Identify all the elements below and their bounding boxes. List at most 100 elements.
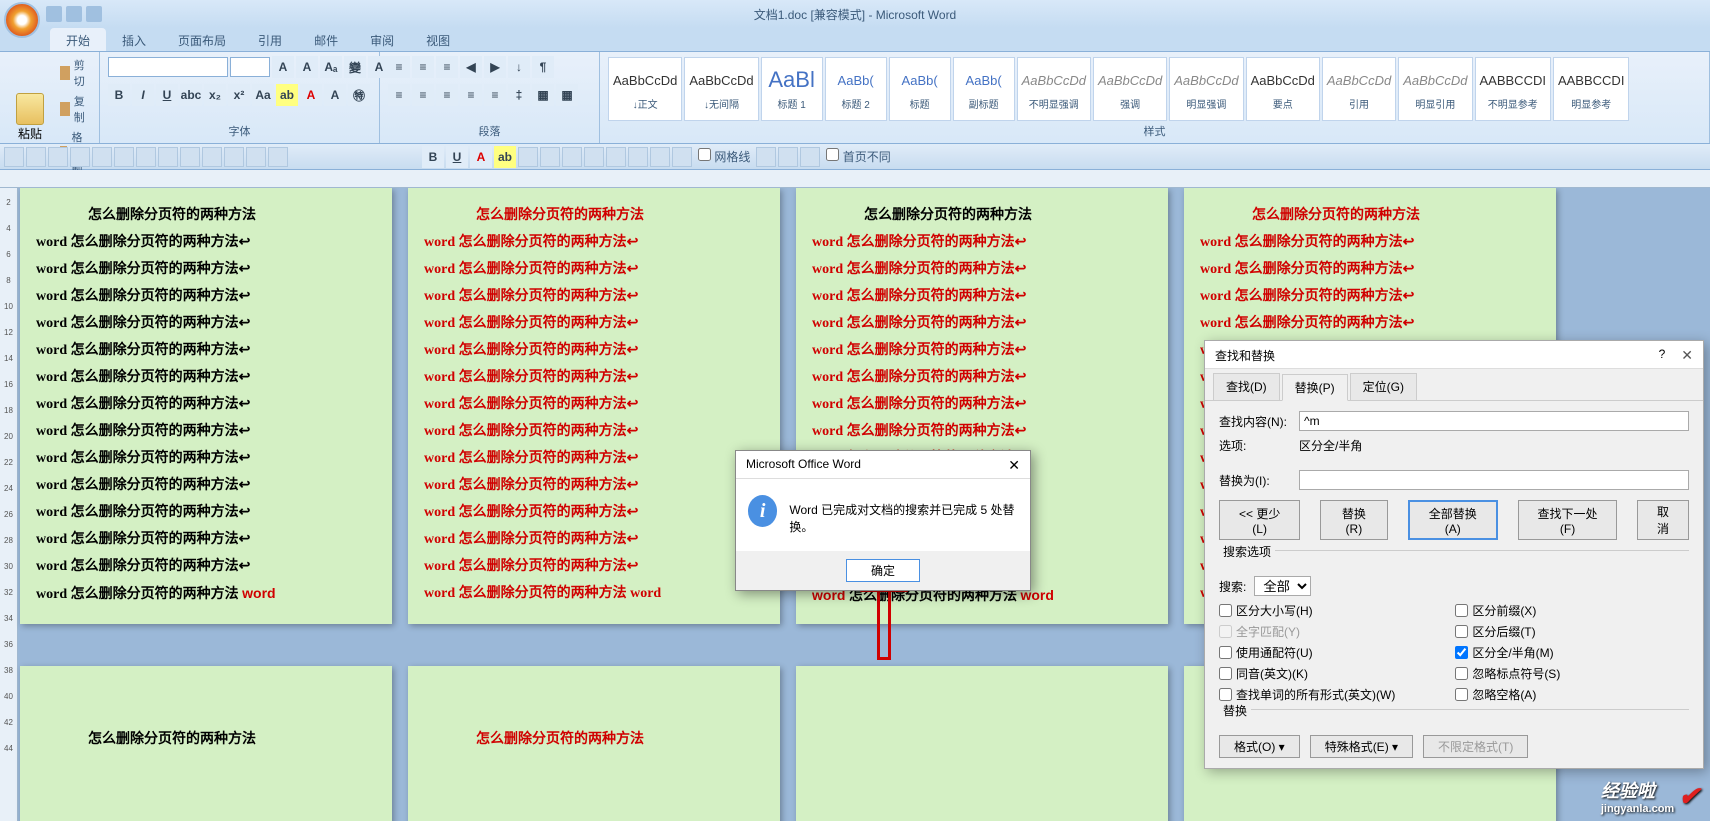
change-case-button[interactable]: Aa (252, 84, 274, 106)
doc-page[interactable]: 怎么删除分页符的两种方法word 怎么删除分页符的两种方法↩word 怎么删除分… (408, 188, 780, 624)
doc-page[interactable]: 怎么删除分页符的两种方法word 怎么删除分页符的两种方法↩word 怎么删除分… (20, 188, 392, 624)
tb2-btn[interactable] (672, 147, 692, 167)
tab-insert[interactable]: 插入 (106, 28, 162, 51)
grow-font-button[interactable]: A (272, 56, 294, 78)
cancel-button[interactable]: 取消 (1637, 500, 1689, 540)
align-left-button[interactable]: ≡ (388, 84, 410, 106)
tb2-btn[interactable] (48, 147, 68, 167)
match-case-check[interactable]: 区分大小写(H) (1219, 602, 1395, 619)
style-item[interactable]: AaBb(副标题 (953, 57, 1015, 121)
borders-button[interactable]: ▦ (556, 84, 578, 106)
tb2-btn[interactable] (246, 147, 266, 167)
width-check[interactable]: 区分全/半角(M) (1455, 644, 1560, 661)
firstpage-check[interactable] (826, 148, 839, 161)
ruler-vertical[interactable]: 2468101214161820222426283032343638404244 (0, 188, 18, 821)
style-item[interactable]: AaBbCcDd↓正文 (608, 57, 682, 121)
prefix-check[interactable]: 区分前缀(X) (1455, 602, 1560, 619)
help-icon[interactable]: ? (1659, 347, 1666, 362)
style-item[interactable]: AaBl标题 1 (761, 57, 823, 121)
copy-button[interactable]: 复制 (56, 92, 93, 126)
tb2-fontcolor[interactable]: A (470, 146, 492, 168)
tab-references[interactable]: 引用 (242, 28, 298, 51)
italic-button[interactable]: I (132, 84, 154, 106)
style-item[interactable]: AaBb(标题 2 (825, 57, 887, 121)
line-spacing-button[interactable]: ‡ (508, 84, 530, 106)
office-button[interactable] (4, 2, 40, 38)
tb2-btn[interactable] (180, 147, 200, 167)
char-shading-button[interactable]: A (324, 84, 346, 106)
replace-input[interactable] (1299, 470, 1689, 490)
tb2-btn[interactable] (756, 147, 776, 167)
multilevel-button[interactable]: ≡ (436, 56, 458, 78)
close-icon[interactable]: ✕ (1008, 457, 1020, 472)
tb2-btn[interactable] (562, 147, 582, 167)
increase-indent-button[interactable]: ▶ (484, 56, 506, 78)
font-color-button[interactable]: A (300, 84, 322, 106)
styles-gallery[interactable]: AaBbCcDd↓正文AaBbCcDd↓无间隔AaBl标题 1AaBb(标题 2… (608, 57, 1629, 121)
phonetic-button[interactable]: 變 (344, 56, 366, 78)
tb2-btn[interactable] (158, 147, 178, 167)
suffix-check[interactable]: 区分后缀(T) (1455, 623, 1560, 640)
tb2-btn[interactable] (778, 147, 798, 167)
font-family-select[interactable] (108, 57, 228, 77)
msgbox-titlebar[interactable]: Microsoft Office Word ✕ (736, 451, 1030, 479)
ruler-horizontal[interactable] (0, 170, 1710, 188)
enclose-button[interactable]: ㊕ (348, 84, 370, 106)
tb2-btn[interactable] (26, 147, 46, 167)
tb2-btn[interactable] (4, 147, 24, 167)
shading-button[interactable]: ▦ (532, 84, 554, 106)
tb2-btn[interactable] (584, 147, 604, 167)
close-icon[interactable]: ✕ (1681, 347, 1693, 362)
format-button[interactable]: 格式(O) ▾ (1219, 735, 1300, 758)
tb2-btn[interactable] (606, 147, 626, 167)
tb2-btn[interactable] (650, 147, 670, 167)
style-item[interactable]: AaBbCcDd引用 (1322, 57, 1396, 121)
find-next-button[interactable]: 查找下一处(F) (1518, 500, 1617, 540)
tab-goto[interactable]: 定位(G) (1350, 373, 1417, 400)
tab-home[interactable]: 开始 (50, 28, 106, 51)
tab-review[interactable]: 审阅 (354, 28, 410, 51)
sort-button[interactable]: ↓ (508, 56, 530, 78)
doc-page[interactable]: 怎么删除分页符的两种方法 (20, 666, 392, 821)
tb2-btn[interactable] (224, 147, 244, 167)
search-direction-select[interactable]: 全部 (1254, 576, 1311, 596)
underline-button[interactable]: U (156, 84, 178, 106)
sounds-like-check[interactable]: 同音(英文)(K) (1219, 665, 1395, 682)
tab-find[interactable]: 查找(D) (1213, 373, 1280, 400)
distribute-button[interactable]: ≡ (484, 84, 506, 106)
tb2-btn[interactable] (114, 147, 134, 167)
subscript-button[interactable]: x₂ (204, 84, 226, 106)
ignore-punct-check[interactable]: 忽略标点符号(S) (1455, 665, 1560, 682)
whole-word-check[interactable]: 全字匹配(Y) (1219, 623, 1395, 640)
tab-mailings[interactable]: 邮件 (298, 28, 354, 51)
justify-button[interactable]: ≡ (460, 84, 482, 106)
tb2-btn[interactable] (268, 147, 288, 167)
ok-button[interactable]: 确定 (846, 559, 920, 582)
tb2-btn[interactable] (540, 147, 560, 167)
dialog-titlebar[interactable]: 查找和替换 ? ✕ (1205, 341, 1703, 369)
highlight-button[interactable]: ab (276, 84, 298, 106)
tb2-btn[interactable] (92, 147, 112, 167)
shrink-font-button[interactable]: A (296, 56, 318, 78)
cut-button[interactable]: 剪切 (56, 56, 93, 90)
doc-page[interactable]: 怎么删除分页符的两种方法 (408, 666, 780, 821)
style-item[interactable]: AaBbCcDd不明显强调 (1017, 57, 1091, 121)
style-item[interactable]: AaBbCcDd强调 (1093, 57, 1167, 121)
align-right-button[interactable]: ≡ (436, 84, 458, 106)
bullets-button[interactable]: ≡ (388, 56, 410, 78)
strike-button[interactable]: abc (180, 84, 202, 106)
tab-layout[interactable]: 页面布局 (162, 28, 242, 51)
bold-button[interactable]: B (108, 84, 130, 106)
decrease-indent-button[interactable]: ◀ (460, 56, 482, 78)
gridlines-check[interactable] (698, 148, 711, 161)
replace-all-button[interactable]: 全部替换(A) (1408, 500, 1499, 540)
special-button[interactable]: 特殊格式(E) ▾ (1310, 735, 1413, 758)
clear-format-button[interactable]: Aₐ (320, 56, 342, 78)
style-item[interactable]: AABBCCDI不明显参考 (1475, 57, 1551, 121)
tb2-btn[interactable] (518, 147, 538, 167)
paste-button[interactable]: 粘贴 (8, 91, 52, 144)
qat-undo-icon[interactable] (66, 6, 82, 22)
tb2-btn[interactable] (202, 147, 222, 167)
qat-redo-icon[interactable] (86, 6, 102, 22)
replace-button[interactable]: 替换(R) (1320, 500, 1387, 540)
